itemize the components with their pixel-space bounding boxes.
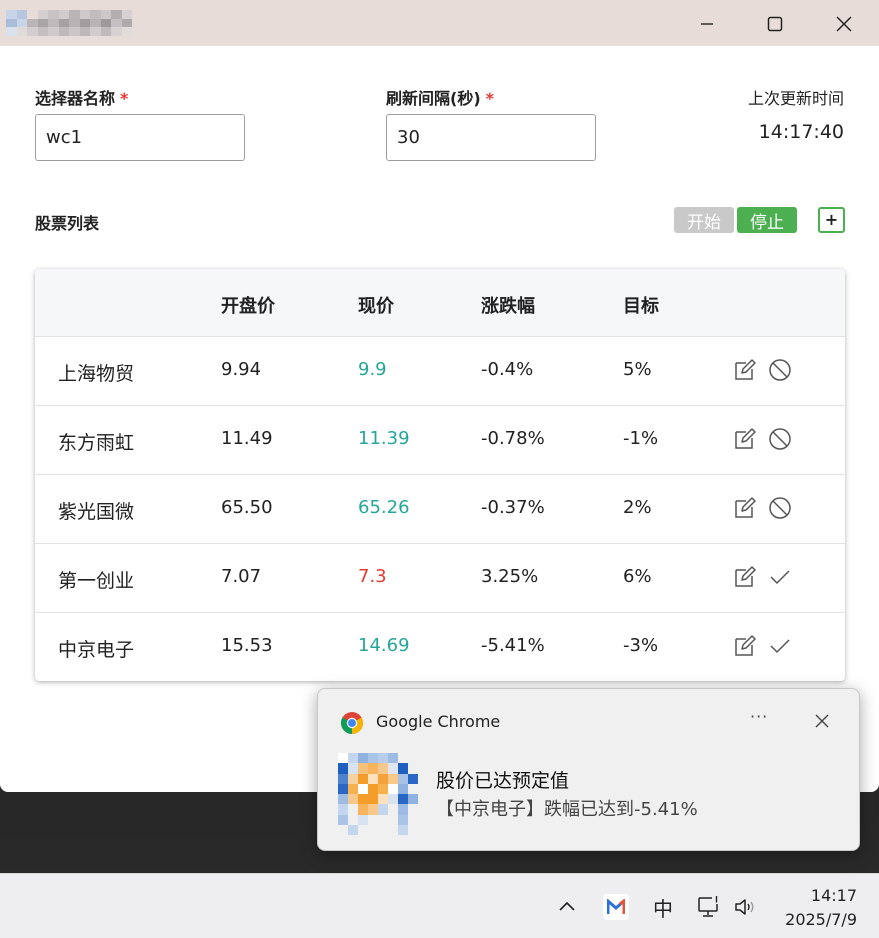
tray-app-m[interactable] — [603, 894, 629, 920]
column-header-change: 涨跌幅 — [481, 296, 535, 317]
show-hidden-icons-button[interactable] — [554, 894, 580, 920]
required-marker: * — [485, 89, 495, 108]
target-cell: -3% — [623, 635, 659, 656]
edit-icon[interactable] — [732, 495, 758, 521]
table-row: 紫光国微 65.50 65.26 -0.37% 2% — [35, 474, 845, 543]
stock-list-title: 股票列表 — [35, 214, 100, 233]
column-header-current-price: 现价 — [358, 296, 394, 317]
notification-app-name: Google Chrome — [376, 712, 501, 731]
start-button[interactable]: 开始 — [674, 207, 734, 233]
last-update-label: 上次更新时间 — [747, 89, 844, 108]
selector-name-input[interactable] — [35, 114, 245, 161]
open-price-cell: 7.07 — [221, 566, 262, 587]
refresh-interval-input[interactable] — [386, 114, 596, 161]
minimize-icon — [701, 23, 713, 25]
refresh-interval-label: 刷新间隔(秒) * — [386, 85, 494, 109]
app-window: 选择器名称* 刷新间隔(秒)* 上次更新时间 14:17:40 股票列表 开始 … — [0, 0, 879, 792]
edit-icon[interactable] — [732, 633, 758, 659]
stock-name-cell: 紫光国微 — [58, 501, 135, 523]
volume-button[interactable] — [732, 893, 760, 921]
current-price-cell: 11.39 — [358, 428, 410, 449]
open-price-cell: 11.49 — [221, 428, 273, 449]
network-button[interactable] — [696, 893, 724, 921]
check-icon[interactable] — [767, 564, 793, 590]
target-cell: 2% — [623, 497, 652, 518]
current-price-cell: 9.9 — [358, 359, 387, 380]
maximize-icon — [767, 16, 783, 32]
minimize-button[interactable] — [684, 8, 730, 40]
edit-icon[interactable] — [732, 426, 758, 452]
change-cell: -0.37% — [481, 497, 545, 518]
edit-icon[interactable] — [732, 564, 758, 590]
required-marker: * — [120, 89, 129, 108]
notification-title: 股价已达预定值 — [436, 770, 570, 792]
selector-name-label: 选择器名称 * — [35, 85, 128, 109]
table-row: 中京电子 15.53 14.69 -5.41% -3% — [35, 612, 845, 681]
stock-name-cell: 东方雨虹 — [58, 432, 135, 454]
taskbar-clock-time[interactable]: 14:17 — [811, 886, 857, 905]
target-cell: 5% — [623, 359, 652, 380]
stock-name-cell: 第一创业 — [58, 570, 135, 592]
speaker-icon — [735, 899, 754, 915]
stock-name-cell: 上海物贸 — [58, 363, 135, 385]
network-icon — [698, 895, 721, 917]
chevron-up-icon — [559, 901, 575, 911]
stock-table: 开盘价 现价 涨跌幅 目标 上海物贸 9.94 9.9 -0.4% 5% 东方雨虹 11.4… — [35, 269, 845, 681]
table-row: 第一创业 7.07 7.3 3.25% 6% — [35, 543, 845, 612]
stop-button[interactable]: 停止 — [737, 207, 797, 233]
change-cell: 3.25% — [481, 566, 539, 587]
target-cell: 6% — [623, 566, 652, 587]
maximize-button[interactable] — [752, 8, 798, 40]
app-title-pixelated — [6, 10, 132, 36]
open-price-cell: 15.53 — [221, 635, 273, 656]
close-window-button[interactable] — [821, 8, 867, 40]
current-price-cell: 7.3 — [358, 566, 387, 587]
chrome-notification[interactable]: Google Chrome ··· 股价已达预定值 【中京电子】跌幅已达到-5.… — [317, 688, 860, 851]
notification-body: 【中京电子】跌幅已达到-5.41% — [436, 799, 698, 820]
current-price-cell: 14.69 — [358, 635, 410, 656]
stock-name-cell: 中京电子 — [58, 639, 135, 661]
notification-more-button[interactable]: ··· — [750, 707, 768, 726]
add-stock-button[interactable]: + — [818, 207, 845, 233]
notification-close-icon[interactable] — [812, 711, 832, 731]
disabled-icon[interactable] — [767, 357, 793, 383]
current-price-cell: 65.26 — [358, 497, 410, 518]
change-cell: -5.41% — [481, 635, 545, 656]
table-row: 东方雨虹 11.49 11.39 -0.78% -1% — [35, 405, 845, 474]
input-method-indicator[interactable]: 中 — [650, 894, 676, 921]
taskbar-clock-date[interactable]: 2025/7/9 — [785, 910, 857, 929]
table-header: 开盘价 现价 涨跌幅 目标 — [35, 269, 845, 336]
taskbar: 中 14:17 2025/7/9 — [0, 873, 879, 938]
table-row: 上海物贸 9.94 9.9 -0.4% 5% — [35, 336, 845, 405]
change-cell: -0.78% — [481, 428, 545, 449]
last-update-time: 14:17:40 — [758, 121, 844, 143]
refresh-interval-label-text: 刷新间隔(秒) — [386, 89, 481, 108]
disabled-icon[interactable] — [767, 426, 793, 452]
close-icon — [836, 16, 852, 32]
edit-icon[interactable] — [732, 357, 758, 383]
selector-name-label-text: 选择器名称 — [35, 89, 116, 108]
notification-app-image — [338, 753, 418, 835]
open-price-cell: 9.94 — [221, 359, 262, 380]
change-cell: -0.4% — [481, 359, 534, 380]
column-header-open-price: 开盘价 — [221, 296, 275, 317]
check-icon[interactable] — [767, 633, 793, 659]
disabled-icon[interactable] — [767, 495, 793, 521]
title-bar — [0, 0, 879, 46]
open-price-cell: 65.50 — [221, 497, 273, 518]
chrome-icon — [341, 712, 363, 734]
column-header-target: 目标 — [623, 296, 659, 317]
target-cell: -1% — [623, 428, 659, 449]
m-logo-icon — [607, 899, 625, 914]
